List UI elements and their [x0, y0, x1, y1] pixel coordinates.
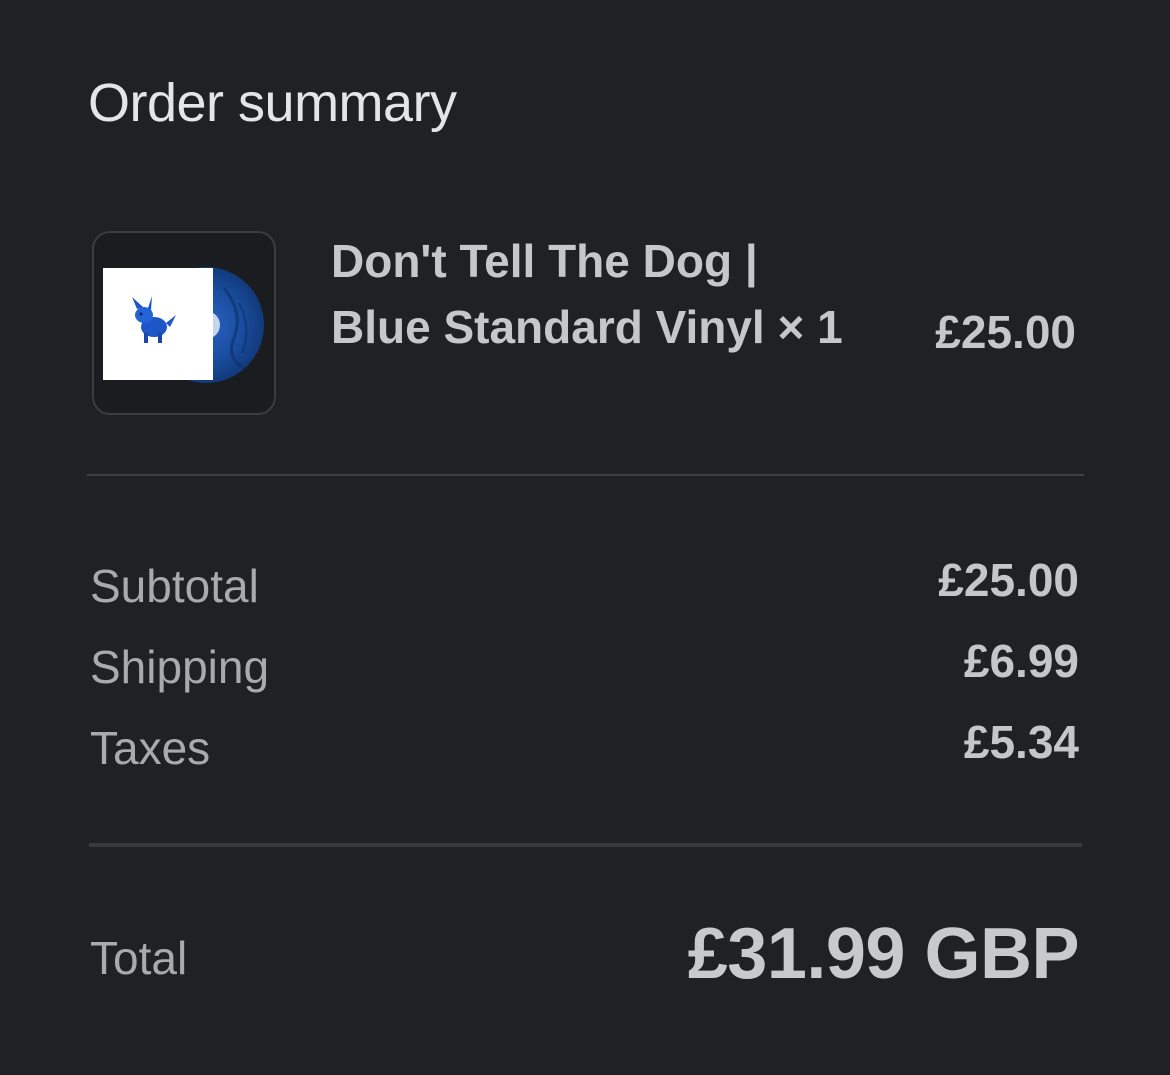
divider: [89, 843, 1082, 847]
shipping-value: £6.99: [963, 635, 1079, 687]
product-price: £25.00: [935, 306, 1076, 358]
shipping-label: Shipping: [90, 641, 270, 693]
product-thumbnail: [92, 231, 276, 415]
subtotal-value: £25.00: [938, 554, 1079, 606]
subtotal-label: Subtotal: [90, 560, 259, 612]
vinyl-record-with-blue-dog-cover-icon: [103, 267, 264, 383]
product-name: Don't Tell The Dog | Blue Standard Vinyl…: [331, 235, 843, 353]
total-label: Total: [90, 932, 188, 984]
taxes-label: Taxes: [90, 722, 211, 774]
divider: [87, 474, 1084, 476]
taxes-value: £5.34: [963, 716, 1079, 768]
total-value: £31.99 GBP: [687, 914, 1080, 994]
order-summary-heading: Order summary: [88, 73, 457, 133]
